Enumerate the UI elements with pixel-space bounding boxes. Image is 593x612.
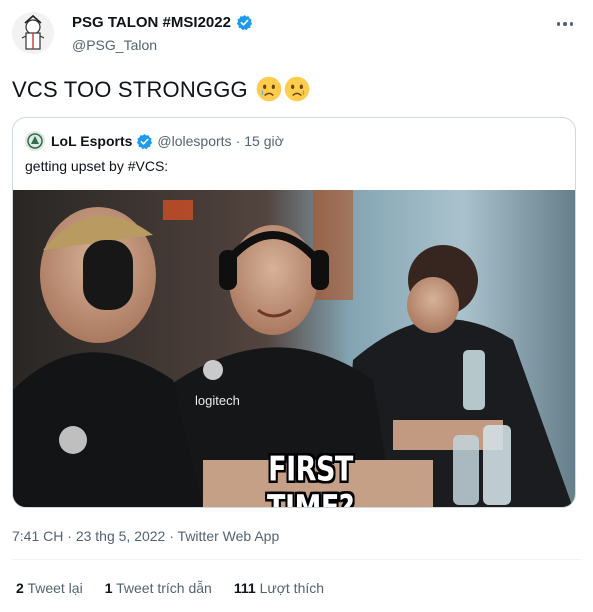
lolesports-avatar[interactable] bbox=[25, 131, 45, 151]
quoted-tweet[interactable]: LoL Esports @lolesports · 15 giờ getting… bbox=[12, 117, 576, 508]
quoted-author-handle[interactable]: @lolesports bbox=[157, 133, 231, 149]
crying-face-emoji-icon bbox=[284, 76, 310, 102]
retweets-stat[interactable]: 2 Tweet lại bbox=[16, 580, 83, 596]
author-name[interactable]: PSG TALON #MSI2022 bbox=[72, 14, 231, 31]
quoted-time[interactable]: 15 giờ bbox=[244, 133, 284, 149]
separator-dot: · bbox=[235, 133, 241, 149]
quoted-text: getting upset by #VCS: bbox=[25, 158, 169, 174]
crying-face-emoji-icon bbox=[256, 76, 282, 102]
engagement-stats: 2 Tweet lại 1 Tweet trích dẫn 111 Lượt t… bbox=[16, 580, 324, 596]
tweet-date[interactable]: 23 thg 5, 2022 bbox=[76, 528, 166, 544]
quote-tweets-label: Tweet trích dẫn bbox=[116, 580, 212, 596]
verified-badge-icon bbox=[137, 133, 153, 149]
retweets-count: 2 bbox=[16, 580, 24, 596]
tweet-body: VCS TOO STRONGGG bbox=[12, 77, 248, 102]
tweet-text: VCS TOO STRONGGG bbox=[12, 76, 310, 103]
quote-tweets-stat[interactable]: 1 Tweet trích dẫn bbox=[105, 580, 212, 596]
source-app-link[interactable]: Twitter Web App bbox=[178, 528, 280, 544]
likes-count: 111 bbox=[233, 580, 256, 596]
likes-label: Lượt thích bbox=[259, 580, 325, 596]
more-options-icon[interactable] bbox=[553, 14, 577, 34]
separator-dot: · bbox=[67, 528, 72, 544]
author-handle[interactable]: @PSG_Talon bbox=[72, 37, 157, 53]
quoted-author-name[interactable]: LoL Esports bbox=[51, 133, 132, 149]
divider bbox=[12, 559, 581, 560]
tweet-time[interactable]: 7:41 CH bbox=[12, 528, 63, 544]
verified-badge-icon bbox=[236, 15, 253, 31]
quote-tweets-count: 1 bbox=[104, 580, 113, 596]
tweet-meta: 7:41 CH · 23 thg 5, 2022 · Twitter Web A… bbox=[12, 528, 279, 544]
separator-dot: · bbox=[169, 528, 174, 544]
quoted-media-image[interactable]: logitech FIRST TIME? bbox=[13, 190, 575, 507]
retweets-label: Tweet lại bbox=[27, 580, 83, 596]
author-avatar[interactable] bbox=[12, 12, 54, 54]
meme-caption-text: FIRST TIME? bbox=[267, 450, 354, 507]
likes-stat[interactable]: 111 Lượt thích bbox=[234, 580, 324, 596]
